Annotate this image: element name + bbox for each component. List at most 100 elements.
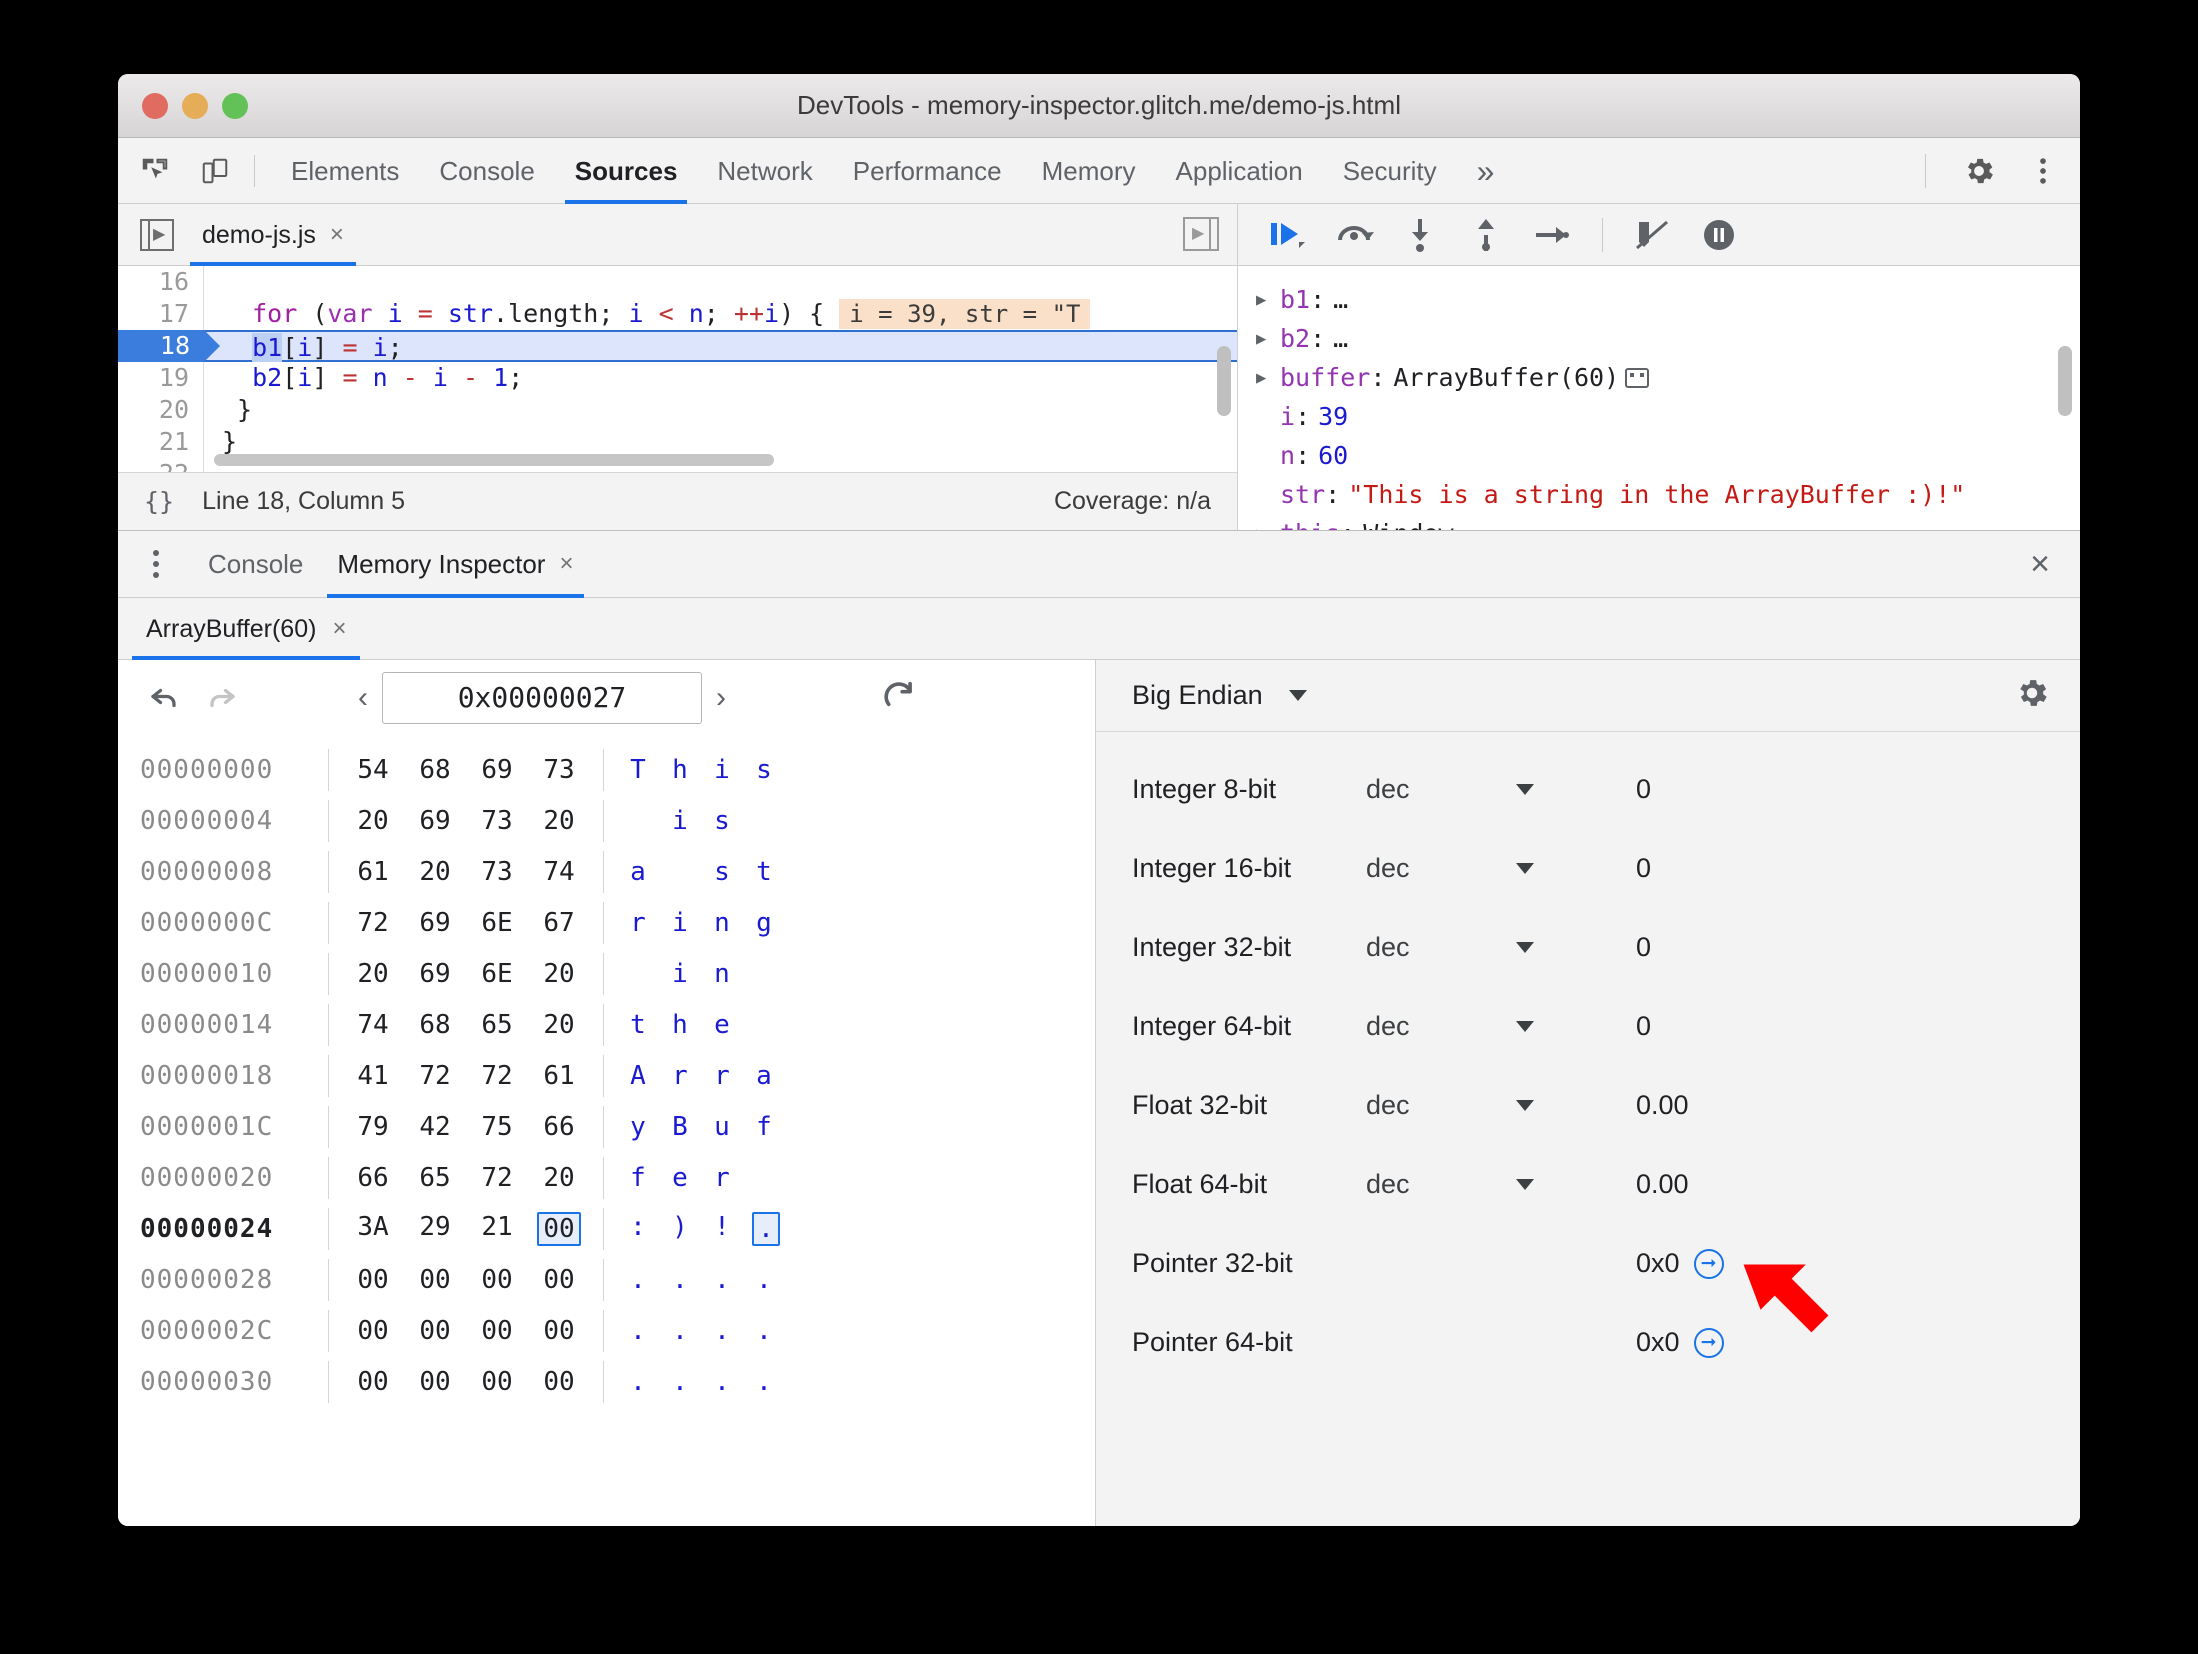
hex-byte[interactable]: 61 xyxy=(537,1061,581,1091)
value-mode[interactable]: dec xyxy=(1366,1169,1516,1200)
gear-icon[interactable] xyxy=(1956,148,2002,194)
chevron-down-icon[interactable] xyxy=(1288,690,1307,701)
hex-byte[interactable]: 00 xyxy=(537,1316,581,1346)
hex-byte[interactable]: 72 xyxy=(351,908,395,938)
hex-byte[interactable]: 21 xyxy=(475,1212,519,1246)
ascii-char[interactable]: s xyxy=(752,755,776,785)
ascii-char[interactable] xyxy=(752,806,776,836)
hex-row[interactable]: 00000020 66 65 72 20 f e r xyxy=(140,1152,1095,1203)
chevron-down-icon[interactable] xyxy=(1516,942,1534,953)
chevron-down-icon[interactable] xyxy=(1516,784,1534,795)
hex-row[interactable]: 00000000 54 68 69 73 T h i s xyxy=(140,744,1095,795)
ascii-char[interactable] xyxy=(626,959,650,989)
hex-row[interactable]: 0000002C 00 00 00 00 . . . . xyxy=(140,1305,1095,1356)
hex-row[interactable]: 00000010 20 69 6E 20 i n xyxy=(140,948,1095,999)
undo-icon[interactable] xyxy=(140,673,190,723)
ascii-char[interactable]: . xyxy=(752,1316,776,1346)
hex-byte[interactable]: 74 xyxy=(537,857,581,887)
file-tab-demo-js[interactable]: demo-js.js × xyxy=(190,204,356,266)
hex-byte[interactable]: 69 xyxy=(413,908,457,938)
deactivate-breakpoints-icon[interactable] xyxy=(1631,213,1675,257)
editor-vertical-scrollbar[interactable] xyxy=(1217,346,1231,416)
hex-row[interactable]: 00000014 74 68 65 20 t h e xyxy=(140,999,1095,1050)
hex-byte[interactable]: 20 xyxy=(351,806,395,836)
scope-row-str[interactable]: ▶ str: "This is a string in the ArrayBuf… xyxy=(1256,475,2080,514)
chevron-down-icon[interactable] xyxy=(1516,1179,1534,1190)
ascii-char[interactable]: . xyxy=(626,1265,650,1295)
close-icon[interactable]: × xyxy=(332,598,346,660)
hex-byte[interactable]: 73 xyxy=(475,806,519,836)
hex-byte[interactable]: 6E xyxy=(475,959,519,989)
ascii-char[interactable]: . xyxy=(710,1316,734,1346)
ascii-char[interactable]: n xyxy=(710,959,734,989)
ascii-char[interactable]: T xyxy=(626,755,650,785)
step-icon[interactable] xyxy=(1530,213,1574,257)
show-navigator-icon[interactable]: ▶ xyxy=(140,218,174,251)
hex-row[interactable]: 0000000C 72 69 6E 67 r i n g xyxy=(140,897,1095,948)
hex-byte[interactable]: 20 xyxy=(537,959,581,989)
step-over-icon[interactable] xyxy=(1332,213,1376,257)
chevron-down-icon[interactable] xyxy=(1516,863,1534,874)
mode-dropdown[interactable] xyxy=(1516,784,1636,795)
endianness-dropdown[interactable]: Big Endian xyxy=(1132,680,1307,711)
code-editor[interactable]: 16 17 for (var i = str.length; i < n; ++… xyxy=(118,266,1237,472)
pretty-print-icon[interactable]: {} xyxy=(144,487,174,516)
tab-performance[interactable]: Performance xyxy=(833,138,1022,204)
mode-dropdown[interactable] xyxy=(1516,1100,1636,1111)
value-mode[interactable]: dec xyxy=(1366,774,1516,805)
drawer-tab-memory-inspector[interactable]: Memory Inspector × xyxy=(327,530,584,598)
tab-memory[interactable]: Memory xyxy=(1022,138,1156,204)
hex-byte[interactable]: 6E xyxy=(475,908,519,938)
ascii-char[interactable]: . xyxy=(668,1367,692,1397)
hex-byte[interactable]: 68 xyxy=(413,1010,457,1040)
hex-row[interactable]: 00000008 61 20 73 74 a s t xyxy=(140,846,1095,897)
value-mode[interactable]: dec xyxy=(1366,1011,1516,1042)
ascii-char[interactable]: a xyxy=(752,1061,776,1091)
hex-byte[interactable]: 73 xyxy=(475,857,519,887)
next-address-icon[interactable]: › xyxy=(702,681,740,715)
ascii-char[interactable]: h xyxy=(668,1010,692,1040)
hex-row[interactable]: 00000028 00 00 00 00 . . . . xyxy=(140,1254,1095,1305)
ascii-char[interactable]: ) xyxy=(668,1212,692,1246)
address-input[interactable]: 0x00000027 xyxy=(382,672,702,724)
hex-row[interactable]: 0000001C 79 42 75 66 y B u f xyxy=(140,1101,1095,1152)
hex-byte[interactable]: 00 xyxy=(351,1316,395,1346)
ascii-char[interactable]: ! xyxy=(710,1212,734,1246)
hex-byte[interactable]: 72 xyxy=(475,1061,519,1091)
value-mode[interactable]: dec xyxy=(1366,853,1516,884)
ascii-char[interactable] xyxy=(752,1010,776,1040)
hex-byte[interactable]: 73 xyxy=(537,755,581,785)
refresh-icon[interactable] xyxy=(874,673,924,723)
hex-byte[interactable]: 65 xyxy=(413,1163,457,1193)
ascii-char[interactable]: f xyxy=(752,1112,776,1142)
tab-elements[interactable]: Elements xyxy=(271,138,419,204)
ascii-char-selected[interactable]: . xyxy=(752,1211,780,1246)
memory-icon[interactable] xyxy=(1625,367,1650,388)
ascii-char[interactable]: a xyxy=(626,857,650,887)
chevron-right-icon[interactable]: ▶ xyxy=(1256,368,1276,388)
hex-byte[interactable]: 66 xyxy=(537,1112,581,1142)
hex-byte[interactable]: 69 xyxy=(475,755,519,785)
hex-row[interactable]: 00000018 41 72 72 61 A r r a xyxy=(140,1050,1095,1101)
hex-byte[interactable]: 00 xyxy=(475,1265,519,1295)
ascii-char[interactable] xyxy=(626,806,650,836)
ascii-char[interactable] xyxy=(668,857,692,887)
ascii-char[interactable]: t xyxy=(626,1010,650,1040)
editor-horizontal-scrollbar[interactable] xyxy=(214,454,774,466)
close-drawer-icon[interactable]: × xyxy=(2030,547,2050,581)
jump-to-address-icon[interactable]: ➞ xyxy=(1693,1248,1724,1279)
hex-byte-selected[interactable]: 00 xyxy=(537,1211,581,1246)
scope-row-i[interactable]: ▶ i: 39 xyxy=(1256,397,2080,436)
hex-byte[interactable]: 00 xyxy=(351,1265,395,1295)
tab-security[interactable]: Security xyxy=(1323,138,1457,204)
hex-byte[interactable]: 42 xyxy=(413,1112,457,1142)
hex-byte[interactable]: 20 xyxy=(537,1010,581,1040)
mode-dropdown[interactable] xyxy=(1516,1179,1636,1190)
ascii-char[interactable]: i xyxy=(668,908,692,938)
mode-dropdown[interactable] xyxy=(1516,863,1636,874)
scope-row-b1[interactable]: ▶ b1: … xyxy=(1256,280,2080,319)
hex-byte[interactable]: 00 xyxy=(351,1367,395,1397)
hex-byte[interactable]: 00 xyxy=(413,1316,457,1346)
inspect-element-icon[interactable] xyxy=(132,148,178,194)
ascii-char[interactable]: . xyxy=(752,1367,776,1397)
